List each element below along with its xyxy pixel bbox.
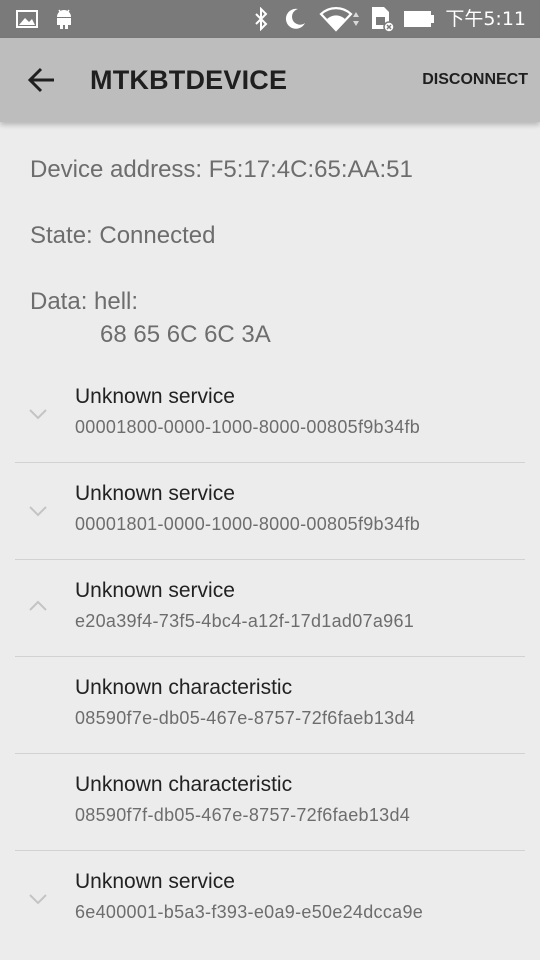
wifi-icon [318,0,362,38]
chevron-down-icon [29,409,47,420]
arrow-back-icon [28,67,54,93]
item-uuid: 00001800-0000-1000-8000-00805f9b34fb [75,417,421,437]
device-address: Device address: F5:17:4C:65:AA:51 [30,156,413,183]
back-button[interactable] [18,56,66,104]
device-data-hex: 68 65 6C 6C 3A [100,321,271,348]
bluetooth-icon [250,0,272,38]
app-bar: MTKBTDEVICE DISCONNECT [0,38,540,122]
item-uuid: 08590f7f-db05-467e-8757-72f6faeb13d4 [75,805,411,825]
image-icon [14,0,40,38]
list-item[interactable]: Unknown service 00001801-0000-1000-8000-… [0,463,540,560]
list-item[interactable]: Unknown service e20a39f4-73f5-4bc4-a12f-… [0,560,540,657]
service-list: Unknown service 00001800-0000-1000-8000-… [0,366,540,948]
item-uuid: 00001801-0000-1000-8000-00805f9b34fb [75,514,421,534]
device-data-label: Data: hell: [30,288,139,315]
item-title: Unknown characteristic [75,773,293,796]
list-item[interactable]: Unknown characteristic 08590f7f-db05-467… [0,754,540,851]
sim-icon [368,0,396,38]
item-uuid: 08590f7e-db05-467e-8757-72f6faeb13d4 [75,708,416,728]
status-time: 下午5:11 [445,8,526,30]
page-title: MTKBTDEVICE [90,65,288,95]
chevron-down-icon [29,506,47,517]
item-title: Unknown service [75,870,235,893]
status-bar: 下午5:11 [0,0,540,38]
list-item[interactable]: Unknown service 6e400001-b5a3-f393-e0a9-… [0,851,540,948]
android-icon [52,0,76,38]
list-item[interactable]: Unknown characteristic 08590f7e-db05-467… [0,657,540,754]
device-state: State: Connected [30,222,216,249]
disconnect-button[interactable]: DISCONNECT [422,38,528,122]
item-title: Unknown characteristic [75,676,293,699]
item-title: Unknown service [75,579,235,602]
item-title: Unknown service [75,385,235,408]
item-uuid: e20a39f4-73f5-4bc4-a12f-17d1ad07a961 [75,611,415,631]
chevron-down-icon [29,894,47,905]
item-title: Unknown service [75,482,235,505]
item-uuid: 6e400001-b5a3-f393-e0a9-e50e24dcca9e [75,902,424,922]
chevron-up-icon [29,600,47,611]
moon-icon [282,0,308,38]
list-item[interactable]: Unknown service 00001800-0000-1000-8000-… [0,366,540,463]
battery-icon [402,0,436,38]
